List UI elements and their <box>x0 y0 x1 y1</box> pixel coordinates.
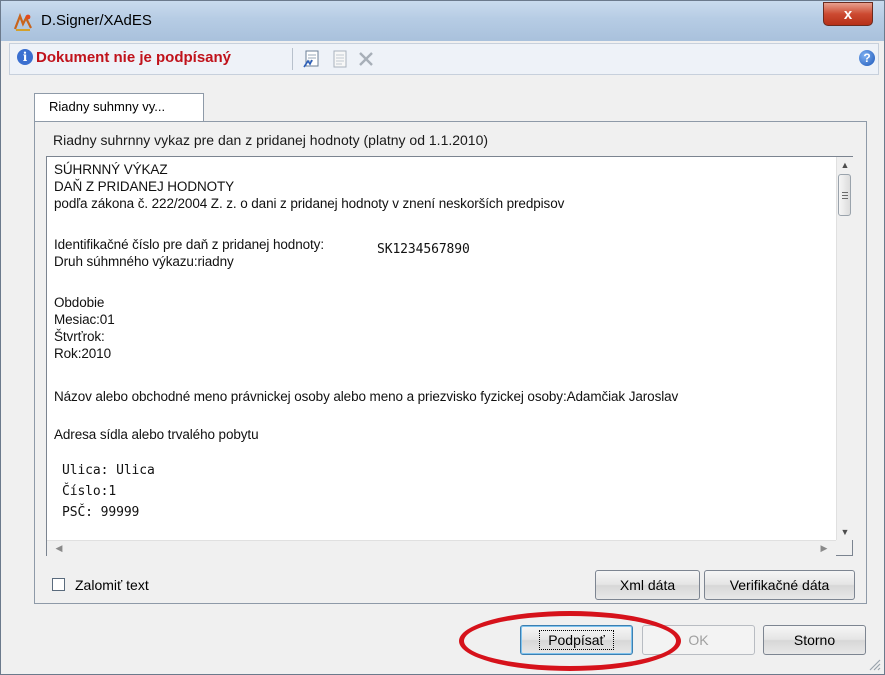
highlight-annotation <box>459 611 681 671</box>
sign-document-icon[interactable] <box>302 49 322 69</box>
horizontal-scrollbar[interactable]: ◀ ▶ <box>47 540 836 556</box>
verification-data-button-label: Verifikačné dáta <box>729 577 830 593</box>
vat-id-value: SK1234567890 <box>377 242 470 257</box>
scroll-down-arrow-icon[interactable]: ▼ <box>837 524 853 540</box>
doc-line: Adresa sídla alebo trvalého pobytu <box>54 427 259 442</box>
toolbar-separator <box>292 48 293 70</box>
doc-line: PSČ: 99999 <box>62 505 140 520</box>
grip-line <box>842 192 848 193</box>
doc-line: Ulica: Ulica <box>62 463 155 478</box>
toolbar: i Dokument nie je podpísaný ? <box>9 43 879 75</box>
document-content: SÚHRNNÝ VÝKAZ DAŇ Z PRIDANEJ HODNOTY pod… <box>47 157 837 540</box>
delete-icon[interactable] <box>356 49 376 69</box>
doc-line: Obdobie <box>54 295 105 310</box>
help-icon[interactable]: ? <box>859 50 875 66</box>
grip-line <box>842 195 848 196</box>
grip-line <box>842 198 848 199</box>
dsigner-window: D.Signer/XAdES x i Dokument nie je podpí… <box>0 0 885 675</box>
document-text-view[interactable]: SÚHRNNÝ VÝKAZ DAŇ Z PRIDANEJ HODNOTY pod… <box>46 156 853 556</box>
title-bar[interactable]: D.Signer/XAdES x <box>1 1 884 41</box>
doc-line: Názov alebo obchodné meno právnickej oso… <box>54 389 679 404</box>
xml-data-button-label: Xml dáta <box>619 577 676 593</box>
wrap-text-label[interactable]: Zalomiť text <box>75 577 149 593</box>
signature-status: Dokument nie je podpísaný <box>36 49 232 66</box>
address-box: Ulica: Ulica Číslo:1 PSČ: 99999 <box>55 455 440 540</box>
tab-document[interactable]: Riadny suhmny vy... <box>34 93 204 122</box>
cancel-button[interactable]: Storno <box>763 625 866 655</box>
scroll-left-arrow-icon[interactable]: ◀ <box>51 541 67 556</box>
document-icon[interactable] <box>330 49 350 69</box>
doc-line: Štvrťrok: <box>54 329 105 344</box>
document-title: Riadny suhrnny vykaz pre dan z pridanej … <box>53 132 489 148</box>
resize-grip-icon[interactable] <box>867 657 881 671</box>
vertical-scrollbar[interactable]: ▲ ▼ <box>836 157 853 540</box>
verification-data-button[interactable]: Verifikačné dáta <box>704 570 855 600</box>
scroll-right-arrow-icon[interactable]: ▶ <box>816 541 832 556</box>
close-button[interactable]: x <box>823 2 873 26</box>
scrollbar-corner <box>836 540 852 555</box>
xml-data-button[interactable]: Xml dáta <box>595 570 700 600</box>
doc-line: Rok:2010 <box>54 346 111 361</box>
scroll-thumb[interactable] <box>838 174 851 216</box>
doc-line: Číslo:1 <box>62 484 117 499</box>
doc-line: DAŇ Z PRIDANEJ HODNOTY <box>54 179 235 194</box>
scroll-up-arrow-icon[interactable]: ▲ <box>837 157 853 173</box>
cancel-button-label: Storno <box>793 632 836 648</box>
doc-line: SÚHRNNÝ VÝKAZ <box>54 162 168 177</box>
window-title: D.Signer/XAdES <box>41 12 152 29</box>
info-icon: i <box>17 49 33 65</box>
doc-line: Mesiac:01 <box>54 312 115 327</box>
doc-line: podľa zákona č. 222/2004 Z. z. o dani z … <box>54 196 565 211</box>
signature-app-icon <box>13 12 32 31</box>
doc-line: Identifikačné číslo pre daň z pridanej h… <box>54 237 324 252</box>
doc-line: Druh súhmného výkazu:riadny <box>54 254 234 269</box>
ok-button-label: OK <box>688 632 709 648</box>
wrap-text-checkbox[interactable] <box>52 578 65 591</box>
